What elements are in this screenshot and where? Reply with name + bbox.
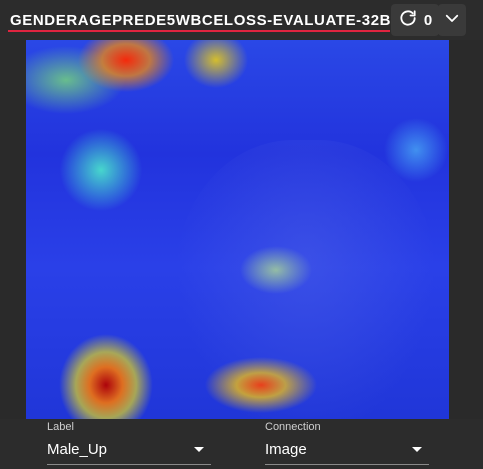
label-select-caption: Label	[47, 421, 74, 433]
counter-value: 0	[423, 11, 433, 29]
caret-down-icon	[194, 447, 204, 452]
connection-select-caption: Connection	[265, 421, 321, 433]
label-select-underline	[47, 464, 211, 465]
face-overlay	[176, 140, 436, 419]
chevron-down-icon	[443, 9, 461, 32]
heatmap-image	[26, 40, 449, 419]
label-select-value: Male_Up	[47, 441, 108, 458]
connection-select-value: Image	[265, 441, 307, 458]
page-title: GENDERAGEPREDE5WBCELOSS-EVALUATE-32B	[10, 12, 392, 29]
title-underline	[8, 30, 390, 32]
image-viewer	[0, 40, 483, 419]
controls-bar: Label Male_Up Connection Image	[0, 419, 483, 469]
refresh-counter-button[interactable]: 0	[391, 4, 439, 36]
refresh-icon	[398, 8, 418, 32]
caret-down-icon	[412, 447, 422, 452]
connection-select[interactable]: Connection Image	[265, 419, 429, 469]
connection-select-underline	[265, 464, 429, 465]
expand-menu-button[interactable]	[438, 4, 466, 36]
header: GENDERAGEPREDE5WBCELOSS-EVALUATE-32B 0	[0, 0, 483, 40]
label-select[interactable]: Label Male_Up	[47, 419, 211, 469]
